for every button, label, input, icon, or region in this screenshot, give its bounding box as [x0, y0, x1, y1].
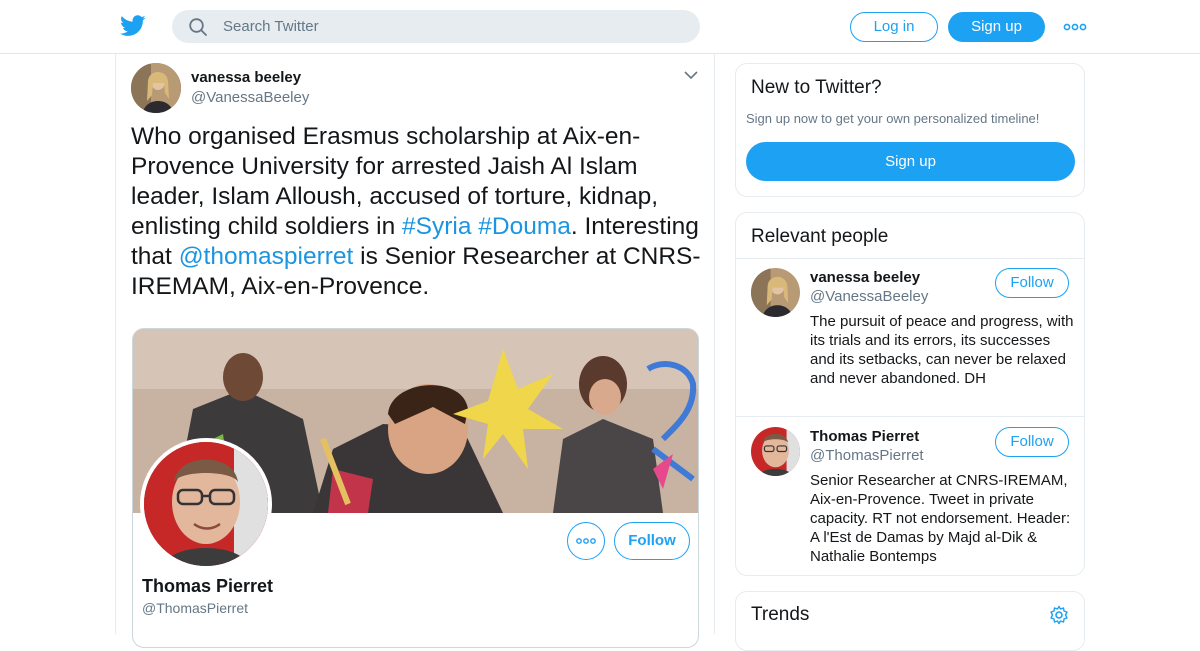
tweet-column: vanessa beeley @VanessaBeeley Who organi… [115, 54, 715, 648]
gear-icon[interactable] [1049, 605, 1069, 625]
card-follow-button[interactable]: Follow [614, 522, 690, 560]
profile-avatar[interactable] [140, 438, 272, 570]
follow-button[interactable]: Follow [995, 268, 1069, 298]
panel-subtitle: Sign up now to get your own personalized… [746, 111, 1040, 126]
panel-signup-button[interactable]: Sign up [746, 142, 1075, 181]
tweet-text: Who organised Erasmus scholarship at Aix… [131, 122, 701, 302]
chevron-down-icon[interactable] [684, 70, 698, 80]
hashtag-link[interactable]: #Douma [478, 213, 571, 240]
mention-link[interactable]: @thomaspierret [179, 243, 354, 270]
hashtag-link[interactable]: #Syria [402, 213, 471, 240]
relevant-people-panel: Relevant people vanessa beeley @VanessaB… [735, 212, 1085, 576]
person-name[interactable]: Thomas Pierret [810, 428, 919, 445]
person-handle[interactable]: @VanessaBeeley [810, 288, 928, 305]
person-bio: Senior Researcher at CNRS-IREMAM, Aix-en… [810, 472, 1071, 565]
more-dots-icon [576, 538, 596, 544]
more-options-icon[interactable] [1063, 17, 1087, 37]
card-profile-handle[interactable]: @ThomasPierret [142, 600, 248, 616]
person-bio: The pursuit of peace and progress, with … [810, 313, 1074, 387]
person-avatar[interactable] [751, 268, 800, 317]
signup-button[interactable]: Sign up [948, 12, 1045, 42]
follow-button[interactable]: Follow [995, 427, 1069, 457]
panel-title: Trends [751, 604, 810, 625]
twitter-bird-icon[interactable] [120, 14, 146, 38]
top-bar: Search Twitter Log in Sign up [0, 0, 1200, 54]
author-name[interactable]: vanessa beeley [191, 69, 301, 86]
search-icon [189, 18, 207, 36]
divider [736, 416, 1084, 417]
author-handle[interactable]: @VanessaBeeley [191, 89, 309, 106]
trends-panel: Trends [735, 591, 1085, 651]
person-handle[interactable]: @ThomasPierret [810, 447, 924, 464]
author-avatar[interactable] [131, 63, 181, 113]
profile-card[interactable]: Follow Thomas Pierret @ThomasPierret [132, 328, 699, 648]
card-more-button[interactable] [567, 522, 605, 560]
new-to-twitter-panel: New to Twitter? Sign up now to get your … [735, 63, 1085, 197]
divider [736, 258, 1084, 259]
person-avatar[interactable] [751, 427, 800, 476]
search-bar[interactable]: Search Twitter [172, 10, 700, 43]
card-profile-name[interactable]: Thomas Pierret [142, 576, 273, 597]
person-name[interactable]: vanessa beeley [810, 269, 920, 286]
panel-title: New to Twitter? [751, 77, 882, 98]
panel-title: Relevant people [751, 226, 889, 247]
login-button[interactable]: Log in [850, 12, 938, 42]
search-input[interactable]: Search Twitter [223, 18, 319, 35]
